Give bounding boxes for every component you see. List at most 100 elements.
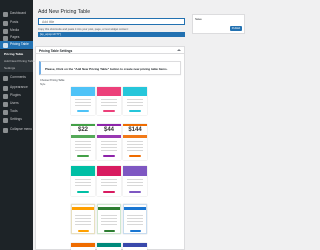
column-header: [97, 166, 121, 176]
feature-line: [126, 99, 144, 100]
template-option-3[interactable]: [69, 166, 149, 196]
sidebar-item-comments[interactable]: Comments: [0, 74, 33, 82]
feature-line: [101, 221, 117, 222]
template-4-column: [71, 204, 95, 234]
submenu-settings[interactable]: Settings: [0, 64, 33, 71]
feature-line: [74, 147, 92, 148]
feature-line: [126, 141, 144, 142]
admin-sidebar: Dashboard Posts Media Pages Pricing Tabl…: [0, 0, 35, 250]
feature-line: [100, 99, 118, 100]
sidebar-item-label: Media: [10, 28, 19, 33]
column-header: [123, 87, 147, 96]
page-icon: [3, 35, 8, 41]
sidebar-item-label: Plugins: [10, 93, 21, 98]
shortcode-field[interactable]: [sp_wpcp id="0"]: [38, 32, 185, 37]
sidebar-item-appearance[interactable]: Appearance: [0, 84, 33, 92]
column-button: [103, 230, 115, 232]
template-1-column: [71, 87, 95, 115]
sidebar-item-collapse[interactable]: Collapse menu: [0, 126, 33, 134]
column-header: [124, 207, 146, 210]
feature-line: [100, 147, 118, 148]
submenu-add-new[interactable]: Add New Pricing Table: [0, 57, 35, 64]
column-button: [129, 230, 141, 232]
column-header: [123, 124, 147, 126]
feature-line: [126, 182, 144, 183]
sidebar-item-label: Tools: [10, 109, 18, 114]
sidebar-item-label: Collapse menu: [10, 127, 32, 132]
column-button: [129, 155, 141, 157]
template-1-column: [123, 87, 147, 115]
feature-line: [74, 141, 92, 142]
column-header: [123, 166, 147, 176]
column-button: [77, 110, 89, 112]
template-option-2[interactable]: $22 $44 $144: [69, 124, 149, 160]
sidebar-item-label: Appearance: [10, 85, 28, 90]
column-header: [97, 87, 121, 96]
feature-line: [74, 102, 92, 103]
sidebar-item-dashboard[interactable]: Dashboard: [0, 10, 33, 18]
feature-line: [127, 221, 143, 222]
column-button: [103, 191, 115, 193]
feature-line: [74, 182, 92, 183]
title-input[interactable]: [38, 18, 185, 25]
publish-button[interactable]: Publish: [230, 26, 242, 31]
template-option-5[interactable]: [69, 243, 149, 250]
pin-icon: [3, 20, 8, 26]
feature-line: [74, 179, 92, 180]
column-button: [129, 191, 141, 193]
feature-line: [127, 215, 143, 216]
column-button: [77, 230, 89, 232]
feature-line: [126, 144, 144, 145]
sidebar-item-posts[interactable]: Posts: [0, 19, 33, 27]
publish-heading: Save: [195, 17, 202, 21]
collapse-icon: [3, 127, 8, 133]
template-option-4[interactable]: [69, 204, 149, 234]
feature-line: [126, 147, 144, 148]
column-header: [123, 243, 147, 247]
sidebar-item-settings[interactable]: Settings: [0, 116, 33, 124]
sidebar-item-users[interactable]: Users: [0, 100, 33, 108]
sidebar-item-label: Settings: [10, 117, 22, 122]
sidebar-item-plugins[interactable]: Plugins: [0, 92, 33, 100]
publish-box: Save Publish: [192, 14, 245, 34]
feature-line: [127, 224, 143, 225]
price-label: $44: [103, 127, 114, 133]
feature-line: [74, 99, 92, 100]
feature-line: [101, 224, 117, 225]
submenu-label: Pricing Table: [4, 51, 24, 56]
sidebar-item-label: Pricing Table: [10, 42, 29, 47]
media-icon: [3, 28, 8, 34]
column-header: [97, 124, 121, 126]
table-icon: [3, 42, 8, 48]
collapse-caret-icon[interactable]: [177, 49, 181, 51]
sidebar-item-label: Users: [10, 101, 19, 106]
sidebar-item-label: Posts: [10, 20, 19, 25]
column-button: [77, 155, 89, 157]
feature-line: [75, 215, 91, 216]
template-2-column: $22: [71, 124, 95, 160]
feature-line: [75, 221, 91, 222]
feature-line: [75, 224, 91, 225]
submenu-pricing-table[interactable]: Pricing Table: [0, 50, 33, 57]
style-label: Choose Pricing Table: [40, 79, 65, 82]
column-header: [71, 87, 95, 96]
column-header: [72, 207, 94, 210]
shortcode-hint: Copy this shortcode and paste it into yo…: [38, 28, 129, 31]
sidebar-item-pricing-table[interactable]: Pricing Table: [0, 41, 33, 49]
feature-line: [127, 218, 143, 219]
feature-line: [126, 102, 144, 103]
settings-header[interactable]: Pricing Table Settings: [36, 47, 184, 54]
template-option-1[interactable]: [69, 87, 149, 115]
feature-line: [74, 144, 92, 145]
feature-line: [100, 182, 118, 183]
feature-line: [100, 144, 118, 145]
column-button: [129, 110, 141, 112]
sidebar-item-tools[interactable]: Tools: [0, 108, 33, 116]
users-icon: [3, 101, 8, 107]
comment-icon: [3, 75, 8, 81]
feature-line: [126, 105, 144, 106]
feature-line: [100, 185, 118, 186]
sidebar-item-label: Dashboard: [10, 11, 27, 16]
plugin-icon: [3, 93, 8, 99]
column-header: [98, 207, 120, 210]
